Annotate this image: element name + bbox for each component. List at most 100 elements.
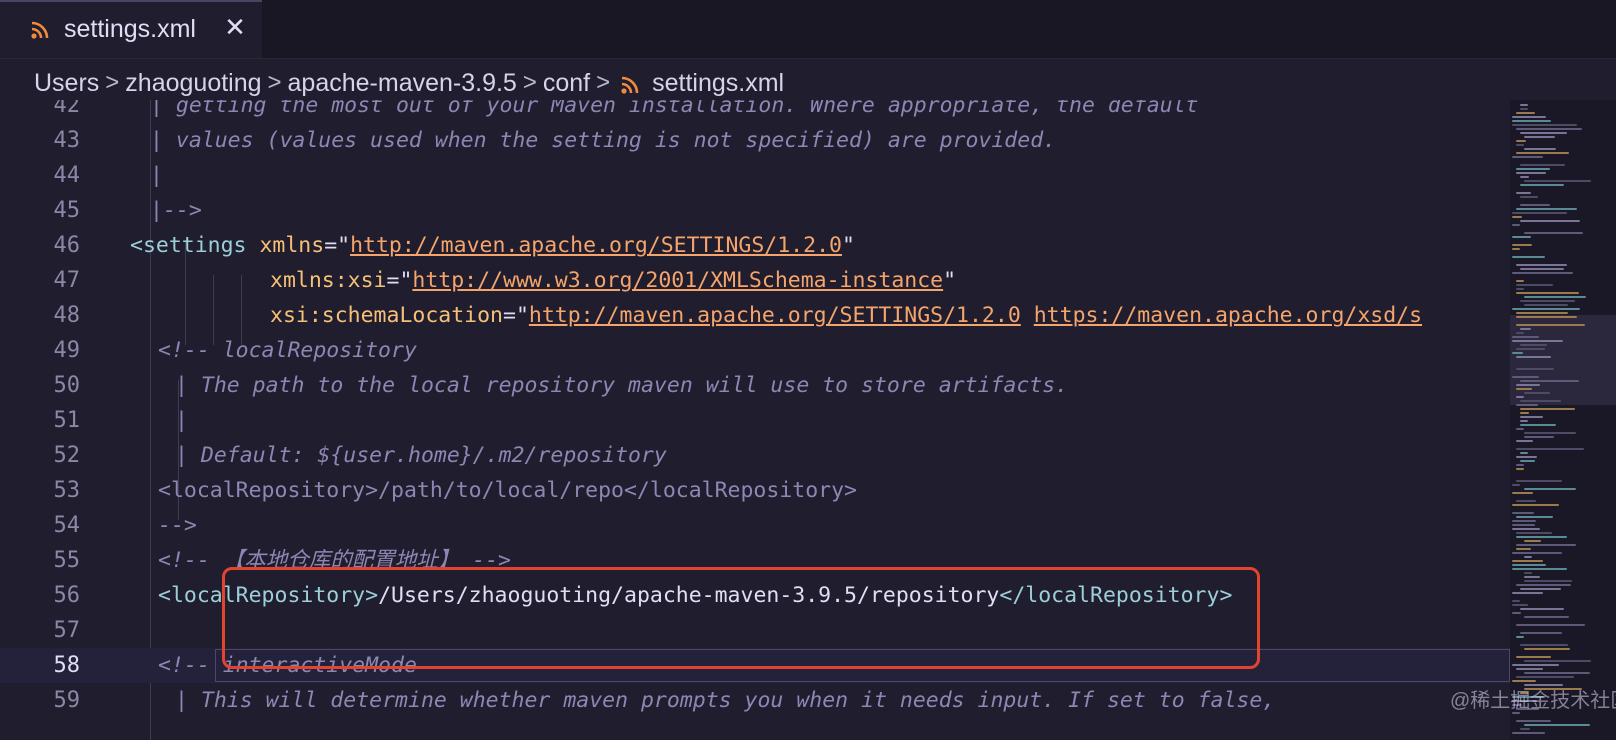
minimap-line xyxy=(1524,488,1576,490)
minimap-line xyxy=(1516,324,1585,326)
tab-bar: settings.xml ✕ xyxy=(0,0,1616,59)
code-text: <localRepository>/path/to/local/repo</lo… xyxy=(158,478,857,503)
minimap-line xyxy=(1520,380,1579,382)
minimap-line xyxy=(1512,560,1543,562)
minimap-line xyxy=(1516,624,1585,626)
minimap-line xyxy=(1516,128,1582,130)
minimap-line xyxy=(1524,136,1555,138)
minimap-line xyxy=(1520,452,1528,454)
minimap-line xyxy=(1512,484,1520,486)
xml-url-link[interactable]: http://www.w3.org/2001/XMLSchema-instanc… xyxy=(412,268,943,293)
minimap-line xyxy=(1512,124,1577,126)
editor-window: settings.xml ✕ Users > zhaoguoting > apa… xyxy=(0,0,1616,740)
minimap-line xyxy=(1516,516,1553,518)
minimap-line xyxy=(1516,448,1584,450)
minimap-line xyxy=(1520,344,1547,346)
code-line: 47 xmlns:xsi="http://www.w3.org/2001/XML… xyxy=(0,263,1510,298)
minimap-line xyxy=(1520,196,1538,198)
xml-equals: =" xyxy=(324,233,351,258)
code-text: <!-- localRepository xyxy=(158,338,417,363)
minimap-line xyxy=(1516,192,1531,194)
minimap-line xyxy=(1512,336,1539,338)
breadcrumb-item-users[interactable]: Users xyxy=(34,67,99,99)
line-number: 46 xyxy=(53,233,81,258)
code-text: | xyxy=(150,163,163,188)
code-text: xsi:schemaLocation="http://maven.apache.… xyxy=(270,298,1422,333)
minimap-line xyxy=(1516,384,1540,386)
minimap-line xyxy=(1524,648,1570,650)
breadcrumb-item-conf[interactable]: conf xyxy=(543,67,590,99)
minimap-line xyxy=(1524,180,1591,182)
minimap-line xyxy=(1512,248,1520,250)
minimap-line xyxy=(1512,664,1559,666)
minimap-line xyxy=(1520,220,1580,222)
minimap-line xyxy=(1516,428,1524,430)
minimap-line xyxy=(1520,408,1575,410)
minimap-line xyxy=(1512,216,1522,218)
rss-xml-icon xyxy=(30,20,50,40)
minimap-line xyxy=(1524,572,1532,574)
code-text: | This will determine whether maven prom… xyxy=(175,688,1276,713)
xml-attribute: xmlns xyxy=(259,233,325,258)
tab-settings-xml[interactable]: settings.xml ✕ xyxy=(0,0,262,58)
minimap-line xyxy=(1512,236,1531,238)
close-icon[interactable]: ✕ xyxy=(220,12,250,42)
code-line: 50 | The path to the local repository ma… xyxy=(0,368,1510,403)
minimap-line xyxy=(1512,512,1534,514)
line-number: 53 xyxy=(53,478,81,503)
minimap-line xyxy=(1520,588,1561,590)
minimap-line xyxy=(1516,676,1574,678)
minimap-line xyxy=(1512,492,1533,494)
tab-label: settings.xml xyxy=(64,15,196,43)
xml-url-link[interactable]: http://maven.apache.org/SETTINGS/1.2.0 xyxy=(529,303,1021,328)
minimap-line xyxy=(1516,656,1551,658)
minimap-line xyxy=(1516,112,1535,114)
code-text: | The path to the local repository maven… xyxy=(175,373,1069,398)
minimap-line xyxy=(1520,328,1531,330)
minimap-line xyxy=(1516,536,1567,538)
minimap-line xyxy=(1512,120,1551,122)
code-line: 46 <settings xmlns="http://maven.apache.… xyxy=(0,228,1510,263)
code-line: 43 | values (values used when the settin… xyxy=(0,123,1510,158)
minimap-line xyxy=(1520,268,1564,270)
minimap-line xyxy=(1516,292,1579,294)
breadcrumb: Users > zhaoguoting > apache-maven-3.9.5… xyxy=(34,66,784,100)
minimap-line xyxy=(1512,224,1520,226)
minimap-line xyxy=(1512,732,1545,734)
line-number: 48 xyxy=(53,303,81,328)
minimap-line xyxy=(1520,176,1529,178)
breadcrumb-item-apache-maven[interactable]: apache-maven-3.9.5 xyxy=(288,67,517,99)
code-text: --> xyxy=(158,513,197,538)
minimap-line xyxy=(1516,456,1537,458)
minimap-line xyxy=(1512,212,1567,214)
minimap-line xyxy=(1524,660,1591,662)
minimap-line xyxy=(1512,612,1521,614)
minimap-line xyxy=(1512,256,1545,258)
code-text: | Default: ${user.home}/.m2/repository xyxy=(175,443,667,468)
code-text: |--> xyxy=(150,198,202,223)
line-number: 54 xyxy=(53,513,81,538)
breadcrumb-item-zhaoguoting[interactable]: zhaoguoting xyxy=(125,67,261,99)
minimap-line xyxy=(1512,244,1532,246)
line-number: 51 xyxy=(53,408,81,433)
minimap-line xyxy=(1516,720,1551,722)
line-number: 43 xyxy=(53,128,81,153)
minimap[interactable] xyxy=(1510,100,1616,740)
xml-url-link[interactable]: https://maven.apache.org/xsd/s xyxy=(1034,303,1422,328)
minimap-line xyxy=(1520,424,1556,426)
minimap-line xyxy=(1516,480,1562,482)
xml-url-link[interactable]: http://maven.apache.org/SETTINGS/1.2.0 xyxy=(350,233,842,258)
minimap-line xyxy=(1516,544,1576,546)
minimap-line xyxy=(1524,432,1576,434)
minimap-line xyxy=(1516,548,1531,550)
minimap-line xyxy=(1520,632,1562,634)
minimap-line xyxy=(1516,464,1524,466)
minimap-line xyxy=(1516,332,1524,334)
highlight-annotation-box xyxy=(222,567,1260,669)
xml-equals: =" xyxy=(386,268,413,293)
code-line: 53 <localRepository>/path/to/local/repo<… xyxy=(0,473,1510,508)
code-line: 52 | Default: ${user.home}/.m2/repositor… xyxy=(0,438,1510,473)
code-text: <settings xmlns="http://maven.apache.org… xyxy=(130,228,855,263)
breadcrumb-item-settings-xml[interactable]: settings.xml xyxy=(652,67,784,99)
minimap-line xyxy=(1512,592,1543,594)
